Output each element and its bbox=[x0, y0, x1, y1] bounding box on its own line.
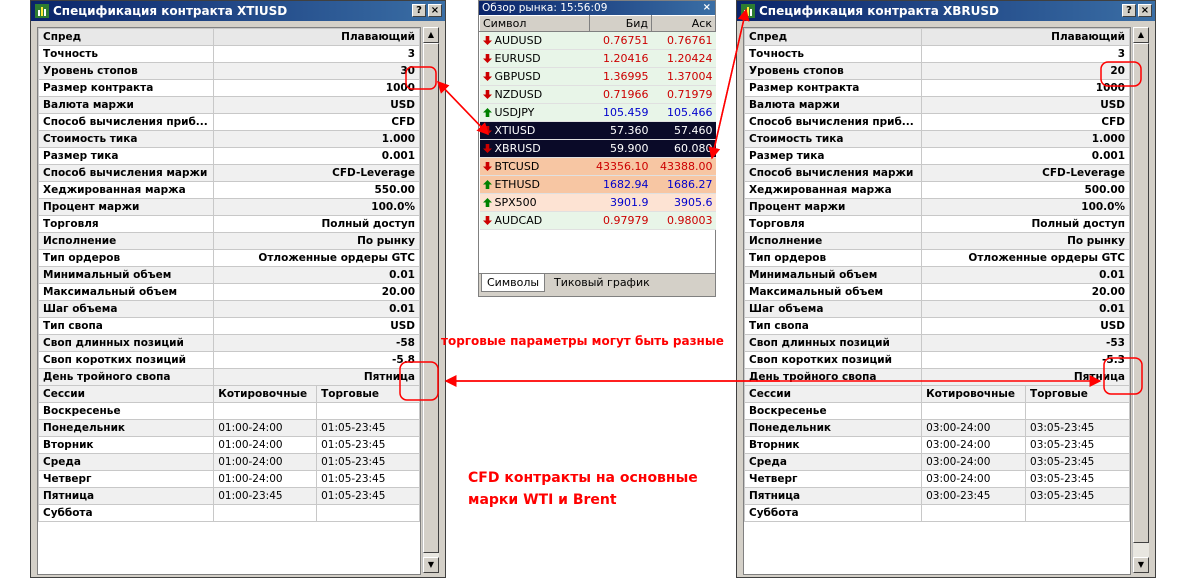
highlight-swaps-left bbox=[399, 361, 439, 401]
highlight-swaps-right bbox=[1103, 357, 1143, 395]
annotation-overlay bbox=[399, 8, 1143, 401]
arrow-xti-to-left-tip bbox=[437, 81, 490, 136]
arrow-xbr-to-right-tip bbox=[708, 9, 747, 160]
highlight-stops-right bbox=[1100, 61, 1142, 87]
highlight-stops-left bbox=[405, 66, 437, 90]
